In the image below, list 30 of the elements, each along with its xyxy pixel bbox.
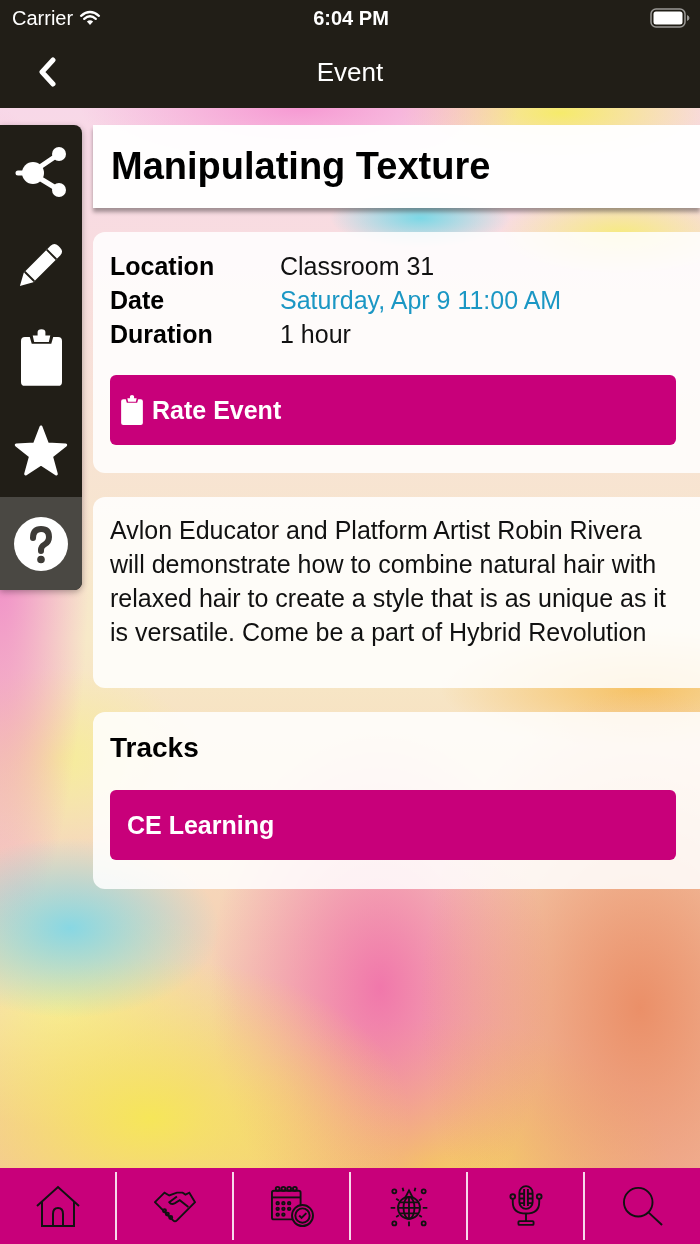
track-button[interactable]: CE Learning (110, 790, 676, 860)
detail-value: 1 hour (280, 319, 351, 350)
microphone-icon (508, 1185, 543, 1227)
back-button[interactable] (36, 56, 58, 88)
detail-label: Duration (110, 319, 213, 350)
tracks-heading: Tracks (110, 731, 200, 765)
wifi-icon (79, 10, 102, 26)
detail-label: Location (110, 251, 215, 282)
clipboard-icon (121, 395, 143, 425)
help-icon (14, 516, 68, 571)
back-chevron-icon (37, 57, 57, 87)
rate-event-button[interactable]: Rate Event (110, 375, 676, 445)
pencil-icon (18, 241, 64, 288)
status-time: 6:04 PM (313, 6, 389, 30)
event-title: Manipulating Texture (111, 145, 491, 188)
calendar-clock-icon (269, 1185, 314, 1227)
nav-title: Event (316, 56, 384, 88)
star-icon (14, 424, 68, 477)
search-icon (621, 1186, 664, 1226)
event-description: Avlon Educator and Platform Artist Robin Rivera will demonstrate how to combine natural hair with relaxed hair to create a style that is as unique as it is versatile. Come be a part of Hybrid Revolution (110, 515, 667, 648)
detail-value: Classroom 31 (280, 251, 435, 282)
share-icon (14, 145, 68, 198)
detail-label: Date (110, 285, 165, 316)
battery-icon (650, 8, 690, 28)
carrier-label: Carrier (12, 6, 74, 30)
help-button[interactable] (0, 497, 82, 590)
handshake-icon (153, 1189, 196, 1223)
clipboard-icon (20, 329, 62, 386)
house-icon (35, 1185, 80, 1227)
detail-link[interactable]: Saturday, Apr 9 11:00 AM (280, 283, 562, 317)
